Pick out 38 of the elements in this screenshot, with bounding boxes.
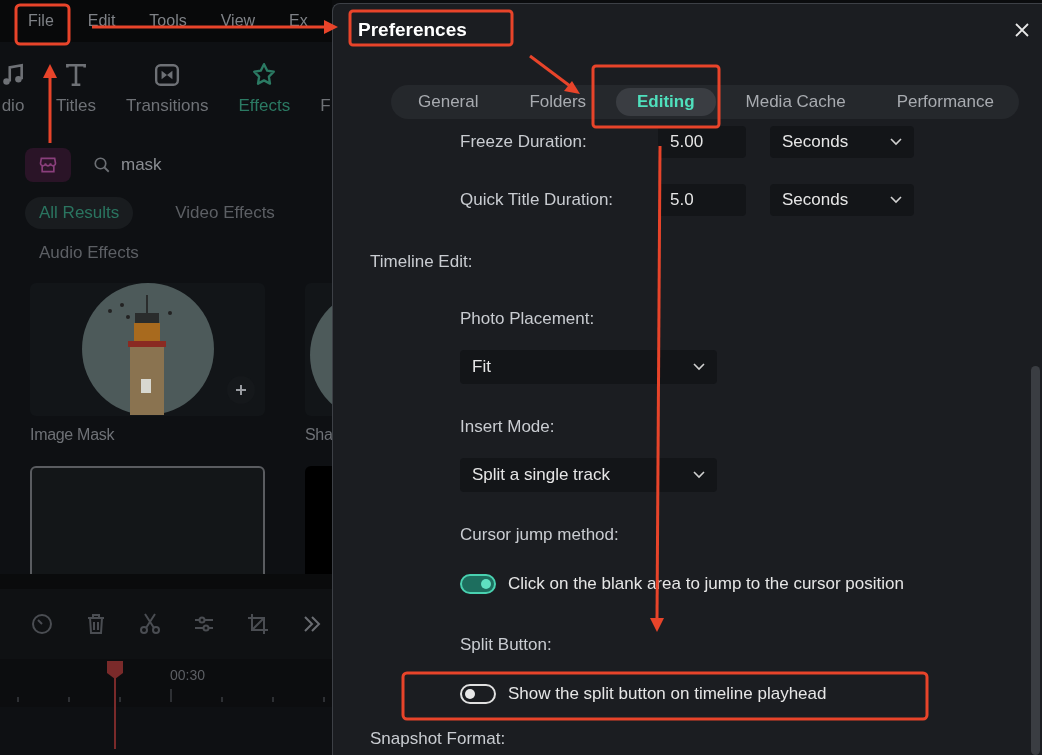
time-label: 00:30 [170, 667, 206, 683]
setting-label: Freeze Duration: [460, 132, 588, 152]
media-tab[interactable]: F [320, 61, 331, 116]
setting-label: Quick Title Duration: [460, 190, 615, 210]
menu-item[interactable]: File [28, 12, 54, 30]
search-field[interactable]: mask [93, 148, 162, 182]
number-field[interactable]: 5.00 [658, 126, 746, 158]
dropdown[interactable]: Fit [460, 350, 717, 384]
media-tab[interactable]: dio [0, 61, 26, 116]
media-tab[interactable]: Titles [56, 61, 96, 116]
settings-tab[interactable]: Media Cache [724, 88, 867, 116]
setting-label: Split Button: [460, 635, 552, 655]
number-field[interactable]: 5.0 [658, 184, 746, 216]
menu-item[interactable]: View [220, 12, 256, 30]
dropdown[interactable]: Split a single track [460, 458, 717, 492]
settings-tab[interactable]: Editing [616, 88, 716, 116]
effect-name: Image Mask [30, 426, 116, 445]
effect-name: Sha [305, 426, 332, 445]
settings-tab[interactable]: Folders [508, 88, 608, 116]
menu-item[interactable]: Ex [289, 12, 308, 30]
filter-chip[interactable]: Audio Effects [25, 237, 153, 269]
media-tab[interactable]: Effects [238, 61, 291, 116]
menu-item[interactable]: Tools [149, 12, 187, 30]
setting-label: Photo Placement: [460, 309, 595, 329]
settings-tab[interactable]: Performance [875, 88, 1015, 116]
filter-chip[interactable]: Video Effects [161, 197, 289, 229]
menu-item[interactable]: Edit [87, 12, 116, 30]
unit-dropdown[interactable]: Seconds [770, 184, 914, 216]
dialog-title: Preferences [358, 19, 467, 41]
setting-label: Insert Mode: [460, 417, 555, 437]
filter-chip[interactable]: All Results [25, 197, 134, 229]
section-label: Snapshot Format: [370, 729, 506, 749]
unit-dropdown[interactable]: Seconds [770, 126, 914, 158]
media-tab[interactable]: Transitions [126, 61, 209, 116]
setting-label: Cursor jump method: [460, 525, 619, 545]
settings-tab[interactable]: General [397, 88, 500, 116]
toggle-label: Show the split button on timeline playhead [508, 684, 827, 704]
section-label: Timeline Edit: [370, 252, 473, 272]
